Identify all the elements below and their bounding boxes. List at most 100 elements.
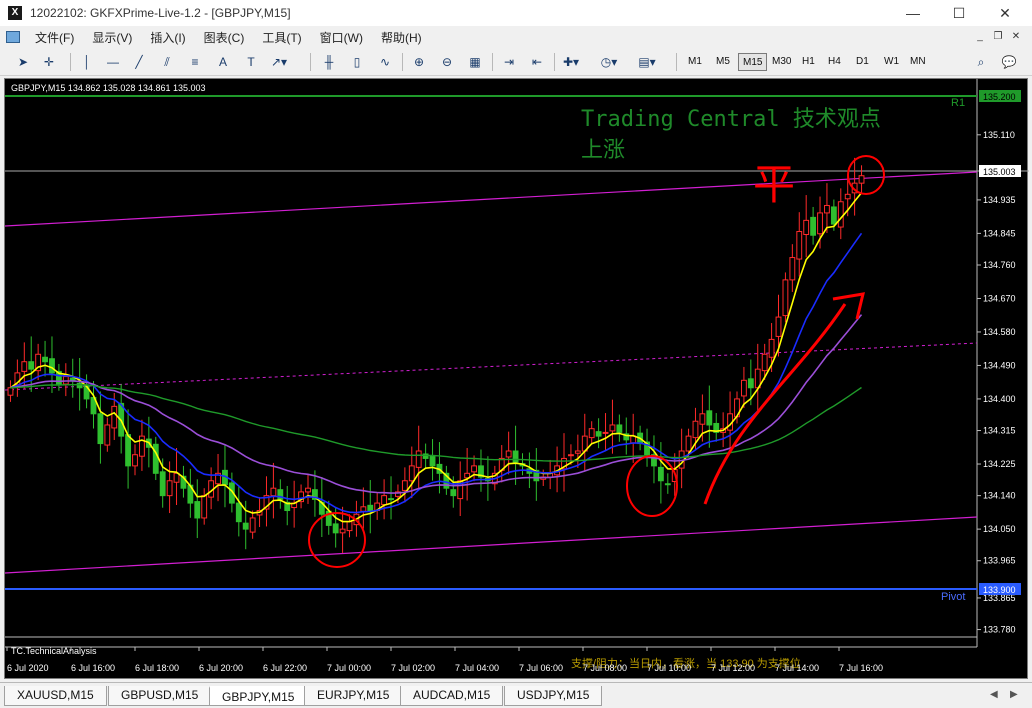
tab-gbpusd[interactable]: GBPUSD,M15 [108, 686, 212, 706]
minimize-button[interactable]: — [890, 0, 936, 26]
horizontal-line-icon[interactable]: — [102, 51, 124, 73]
price-tick-label: 135.110 [983, 130, 1015, 140]
candle-body [305, 487, 311, 493]
ma-slow-line [10, 314, 863, 494]
tab-scroll-left-icon[interactable]: ◀ [990, 689, 998, 700]
candle-body [692, 420, 699, 439]
time-tick-label: 7 Jul 02:00 [391, 663, 435, 673]
menu-charts[interactable]: 图表(C) [195, 29, 254, 46]
price-axis[interactable]: 135.110 134.935 134.845 134.760 134.670 134.5… [977, 130, 1016, 635]
candle-body [588, 428, 595, 439]
candle-body [401, 480, 408, 491]
candle-body [42, 356, 48, 363]
tab-gbpjpy[interactable]: GBPJPY,M15 [209, 686, 308, 706]
tab-audcad[interactable]: AUDCAD,M15 [400, 686, 504, 706]
candle-body [657, 466, 664, 482]
timeframe-m15[interactable]: M15 [738, 53, 768, 71]
menu-view[interactable]: 显示(V) [83, 29, 141, 46]
toolbar-separator [310, 53, 311, 71]
time-tick-label: 7 Jul 06:00 [519, 663, 563, 673]
timeframe-d1[interactable]: D1 [852, 53, 873, 71]
text-tool[interactable]: A [212, 51, 234, 73]
price-chart[interactable]: Trading Central 技术观点 上涨 GBPJPY,M15 134.8… [5, 79, 1029, 680]
candle-body [685, 435, 692, 452]
timeframe-h1[interactable]: H1 [798, 53, 819, 71]
cursor-icon[interactable]: ➤ [12, 51, 34, 73]
timeframe-h4[interactable]: H4 [824, 53, 845, 71]
vertical-line-icon[interactable]: │ [76, 51, 98, 73]
zoom-out-icon[interactable]: ⊖ [436, 51, 458, 73]
maximize-button[interactable]: ☐ [936, 0, 982, 26]
zoom-in-icon[interactable]: ⊕ [408, 51, 430, 73]
candle-body [837, 201, 844, 228]
tab-eurjpy[interactable]: EURJPY,M15 [304, 686, 403, 706]
timeframe-m30[interactable]: M30 [768, 53, 795, 71]
candle-body [28, 361, 35, 370]
tab-xauusd[interactable]: XAUUSD,M15 [4, 686, 107, 706]
candle-body [125, 434, 132, 467]
timeframe-mn[interactable]: MN [906, 53, 930, 71]
time-tick-label: 7 Jul 04:00 [455, 663, 499, 673]
line-chart-icon[interactable]: ∿ [374, 51, 396, 73]
arrows-icon[interactable]: ↗▾ [268, 51, 290, 73]
symbol-tabs: XAUUSD,M15 GBPUSD,M15 GBPJPY,M15 EURJPY,… [0, 682, 1032, 708]
bar-chart-icon[interactable]: ╫ [318, 51, 340, 73]
search-icon[interactable]: ⌕ [970, 51, 992, 73]
time-tick-label: 6 Jul 22:00 [263, 663, 307, 673]
timeframe-w1[interactable]: W1 [880, 53, 903, 71]
price-tick-label: 134.845 [983, 228, 1016, 238]
mdi-close-icon[interactable]: ✕ [1008, 30, 1024, 44]
mdi-minimize-icon[interactable]: _ [972, 30, 988, 44]
menu-window[interactable]: 窗口(W) [311, 29, 372, 46]
auto-scroll-icon[interactable]: ⇥ [498, 51, 520, 73]
menu-tools[interactable]: 工具(T) [253, 29, 310, 46]
ma-mid-line [10, 232, 863, 514]
tile-windows-icon[interactable]: ▦ [464, 51, 486, 73]
candle-body [775, 316, 782, 337]
templates-icon[interactable]: ▤▾ [636, 51, 658, 73]
price-tick-label: 134.225 [983, 459, 1016, 469]
candle-body [111, 405, 118, 429]
close-button[interactable]: ✕ [982, 0, 1028, 26]
text-label-tool[interactable]: T [240, 51, 262, 73]
price-tick-label: 133.965 [983, 556, 1016, 566]
candle-body [810, 216, 817, 236]
time-tick-label: 7 Jul 16:00 [839, 663, 883, 673]
candle-body [166, 480, 173, 497]
candle-body [381, 495, 388, 506]
moving-averages [10, 192, 863, 523]
channel-lower-line[interactable] [5, 516, 978, 574]
candle-body [194, 501, 201, 519]
periods-icon[interactable]: ◷▾ [598, 51, 620, 73]
toolbar-separator [402, 53, 403, 71]
time-tick-label: 6 Jul 18:00 [135, 663, 179, 673]
candle-body [803, 219, 810, 235]
candle-body [49, 358, 55, 374]
indicators-icon[interactable]: ✚▾ [560, 51, 582, 73]
menu-file[interactable]: 文件(F) [26, 29, 83, 46]
menu-insert[interactable]: 插入(I) [141, 29, 194, 46]
candlestick-icon[interactable]: ▯ [346, 51, 368, 73]
crosshair-icon[interactable]: ✛ [38, 51, 60, 73]
price-tick-label: 134.580 [983, 327, 1016, 337]
toolbar-separator [70, 53, 71, 71]
candle-body [104, 424, 111, 446]
fibonacci-icon[interactable]: ≡ [184, 51, 206, 73]
menu-help[interactable]: 帮助(H) [372, 29, 431, 46]
chat-icon[interactable]: 💬 [998, 51, 1020, 73]
toolbar: ➤ ✛ │ — ╱ ⫽ ≡ A T ↗▾ ╫ ▯ ∿ ⊕ ⊖ ▦ ⇥ ⇤ ✚▾ … [0, 48, 1032, 76]
chart-shift-icon[interactable]: ⇤ [526, 51, 548, 73]
channel-icon[interactable]: ⫽ [156, 51, 178, 73]
mdi-restore-icon[interactable]: ❐ [990, 30, 1006, 44]
price-tick-label: 134.490 [983, 360, 1016, 370]
candle-body [235, 502, 242, 523]
tab-scroll-right-icon[interactable]: ▶ [1010, 689, 1018, 700]
annotation-circle-top [847, 155, 885, 195]
tab-usdjpy[interactable]: USDJPY,M15 [504, 686, 603, 706]
app-icon: X [8, 6, 22, 20]
chart-window[interactable]: Trading Central 技术观点 上涨 GBPJPY,M15 134.8… [4, 78, 1029, 680]
timeframe-m5[interactable]: M5 [712, 53, 734, 71]
trendline-icon[interactable]: ╱ [128, 51, 150, 73]
timeframe-m1[interactable]: M1 [684, 53, 706, 71]
symbol-info-line: GBPJPY,M15 134.862 135.028 134.861 135.0… [11, 83, 206, 93]
